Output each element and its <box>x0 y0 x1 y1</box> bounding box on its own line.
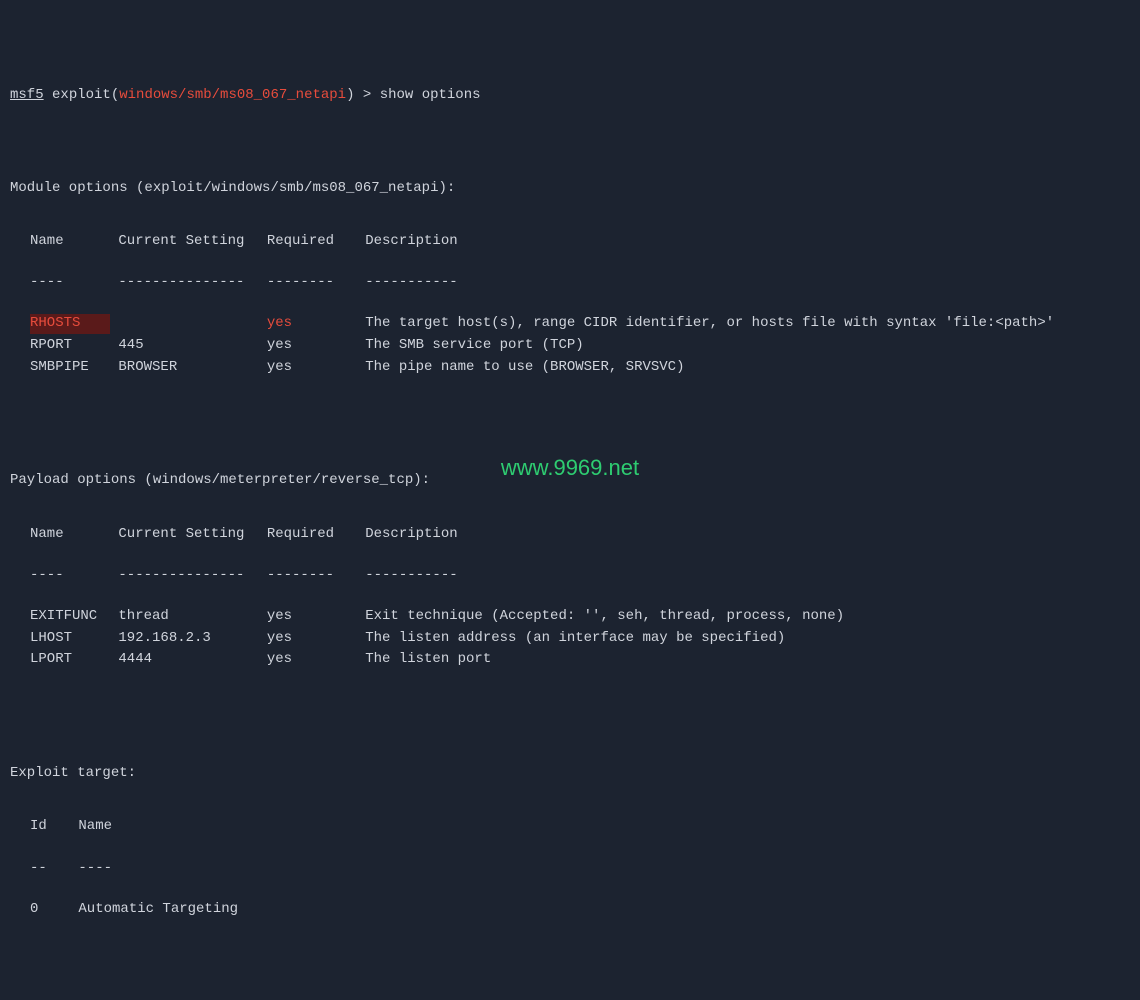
col-id: Id <box>30 817 70 837</box>
option-name: SMBPIPE <box>30 358 110 378</box>
option-name: LHOST <box>30 629 110 649</box>
payload-options-dividers: ---- --------------- -------- ----------… <box>10 566 1130 586</box>
table-row: LHOST 192.168.2.3 yes The listen address… <box>10 629 1130 649</box>
target-id: 0 <box>30 900 70 920</box>
payload-options-columns: Name Current Setting Required Descriptio… <box>10 525 1130 545</box>
col-description: Description <box>365 232 457 252</box>
module-options-section: Module options (exploit/windows/smb/ms08… <box>10 159 1130 399</box>
exploit-target-columns: Id Name <box>10 817 1130 837</box>
prompt-module-label: exploit <box>52 87 111 103</box>
module-options-header: Module options (exploit/windows/smb/ms08… <box>10 179 1130 199</box>
exploit-target-dividers: -- ---- <box>10 859 1130 879</box>
table-row: RHOSTS yes The target host(s), range CID… <box>10 314 1130 334</box>
col-required: Required <box>267 232 357 252</box>
prompt-module-path: windows/smb/ms08_067_netapi <box>119 87 346 103</box>
option-name: RHOSTS <box>30 314 110 334</box>
table-row: SMBPIPE BROWSER yes The pipe name to use… <box>10 358 1130 378</box>
col-setting: Current Setting <box>118 232 258 252</box>
table-row: 0 Automatic Targeting <box>10 900 1130 920</box>
module-options-dividers: ---- --------------- -------- ----------… <box>10 273 1130 293</box>
col-description: Description <box>365 525 457 545</box>
target-name: Automatic Targeting <box>78 900 238 920</box>
col-name: Name <box>30 232 110 252</box>
watermark: www.9969.net <box>501 453 639 484</box>
module-options-columns: Name Current Setting Required Descriptio… <box>10 232 1130 252</box>
table-row: EXITFUNC thread yes Exit technique (Acce… <box>10 607 1130 627</box>
option-description: The SMB service port (TCP) <box>365 336 583 356</box>
table-row: LPORT 4444 yes The listen port <box>10 650 1130 670</box>
option-required: yes <box>267 336 357 356</box>
col-setting: Current Setting <box>118 525 258 545</box>
table-row: RPORT 445 yes The SMB service port (TCP) <box>10 336 1130 356</box>
option-setting: 192.168.2.3 <box>118 629 258 649</box>
option-setting: 4444 <box>118 650 258 670</box>
col-required: Required <box>267 525 357 545</box>
col-name: Name <box>78 817 112 837</box>
option-name: RPORT <box>30 336 110 356</box>
col-name: Name <box>30 525 110 545</box>
option-description: The target host(s), range CIDR identifie… <box>365 314 1054 334</box>
exploit-target-section: Exploit target: Id Name -- ---- 0 Automa… <box>10 745 1130 941</box>
option-setting: thread <box>118 607 258 627</box>
prompt-command: show options <box>380 87 481 103</box>
prompt-prefix: msf5 <box>10 87 44 103</box>
option-required: yes <box>267 358 357 378</box>
option-setting: BROWSER <box>118 358 258 378</box>
payload-options-section: Payload options (windows/meterpreter/rev… <box>10 452 1130 692</box>
option-description: Exit technique (Accepted: '', seh, threa… <box>365 607 844 627</box>
option-name: LPORT <box>30 650 110 670</box>
option-setting: 445 <box>118 336 258 356</box>
exploit-target-header: Exploit target: <box>10 764 1130 784</box>
option-required: yes <box>267 314 357 334</box>
option-description: The pipe name to use (BROWSER, SRVSVC) <box>365 358 684 378</box>
option-description: The listen address (an interface may be … <box>365 629 785 649</box>
option-required: yes <box>267 650 357 670</box>
option-required: yes <box>267 629 357 649</box>
option-name: EXITFUNC <box>30 607 110 627</box>
option-required: yes <box>267 607 357 627</box>
prompt-line[interactable]: msf5 exploit(windows/smb/ms08_067_netapi… <box>10 86 1130 106</box>
option-description: The listen port <box>365 650 491 670</box>
